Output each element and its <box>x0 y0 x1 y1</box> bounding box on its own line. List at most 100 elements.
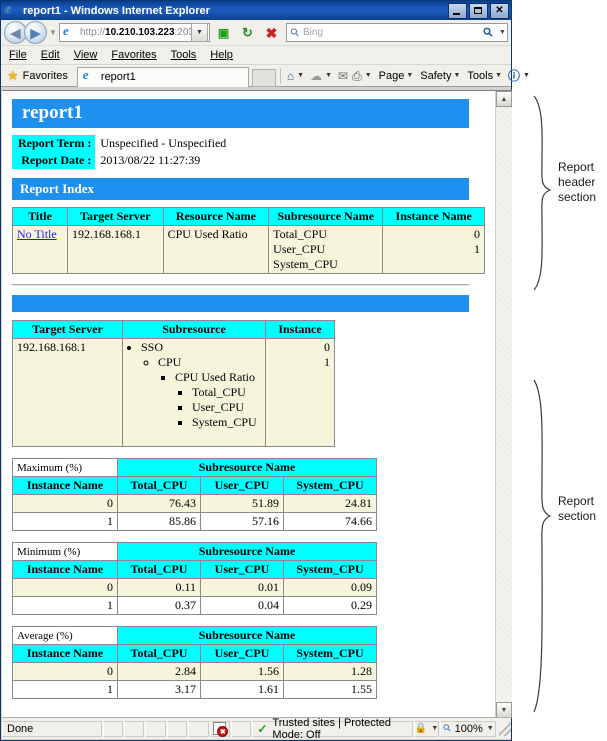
navigation-bar: ◀ ▶ ▼ e http://10.210.103.223:2039 ▼ ▣ ↻… <box>1 20 511 46</box>
zoom-control[interactable]: ⚲ 100% ▼ <box>440 721 496 737</box>
brace-report-section <box>534 380 550 712</box>
mail-icon[interactable]: ✉ <box>338 70 348 82</box>
table-row: 1 85.86 57.16 74.66 <box>13 513 377 531</box>
privacy-report-button[interactable]: 🔒▼ <box>414 721 439 737</box>
script-error-icon: ✖ <box>213 722 226 735</box>
favorites-button[interactable]: ★ Favorites <box>3 69 73 82</box>
table-row: 0 76.43 51.89 24.81 <box>13 495 377 513</box>
stat-table-average: Average (%) Subresource Name Instance Na… <box>12 626 377 699</box>
menu-help[interactable]: Help <box>210 49 233 61</box>
cell-total-cpu: 0.11 <box>118 579 201 597</box>
report-document: report1 Report Term : Unspecified - Unsp… <box>2 91 495 718</box>
menu-tools-label: Tools <box>171 49 197 61</box>
vertical-scrollbar[interactable]: ▲ ▼ <box>495 91 512 718</box>
col-total-cpu: Total_CPU <box>118 561 201 579</box>
scroll-up-button[interactable]: ▲ <box>496 91 512 107</box>
search-box[interactable]: ⚲ Bing ⚲ ▼ <box>286 23 508 42</box>
col-system-cpu: System_CPU <box>284 561 377 579</box>
col-instance: Instance <box>266 321 335 339</box>
col-total-cpu: Total_CPU <box>118 645 201 663</box>
star-icon: ★ <box>7 69 19 82</box>
cell-system-cpu: 1.55 <box>284 681 377 699</box>
page-dropdown-icon[interactable]: ▼ <box>406 72 413 79</box>
annotation-line: section <box>558 509 596 524</box>
security-zone[interactable]: ✓ Trusted sites | Protected Mode: Off <box>252 721 413 737</box>
internet-explorer-icon: e <box>5 4 19 18</box>
forward-button[interactable]: ▶ <box>24 21 47 44</box>
subresource-tree-table: Target Server Subresource Instance 192.1… <box>12 320 335 447</box>
menu-tools[interactable]: Tools <box>171 49 197 61</box>
col-total-cpu: Total_CPU <box>118 477 201 495</box>
col-instance-name: Instance Name <box>383 208 485 226</box>
search-provider-dropdown-icon[interactable]: ▼ <box>498 29 507 36</box>
search-submit-icon[interactable]: ⚲ <box>479 24 498 41</box>
compatibility-view-button[interactable]: ▣ <box>213 23 234 43</box>
status-slot <box>188 721 208 737</box>
new-tab-button[interactable] <box>252 69 276 87</box>
cell-user-cpu: 1.61 <box>201 681 284 699</box>
tools-menu-button[interactable]: Tools <box>467 70 493 82</box>
address-input[interactable]: e http://10.210.103.223:2039 ▼ <box>59 23 210 42</box>
cell-instance: 1 <box>13 513 118 531</box>
report-date-label: Report Date : <box>12 152 95 169</box>
col-user-cpu: User_CPU <box>201 645 284 663</box>
no-title-link[interactable]: No Title <box>17 227 57 241</box>
window-controls: ✕ <box>448 3 509 19</box>
home-icon[interactable]: ⌂ <box>287 70 294 82</box>
feeds-dropdown-icon[interactable]: ▼ <box>325 72 332 79</box>
table-row: No Title 192.168.168.1 CPU Used Ratio To… <box>13 226 485 274</box>
refresh-button[interactable]: ↻ <box>237 23 258 43</box>
annotation-line: section <box>558 190 596 205</box>
report-index-table: Title Target Server Resource Name Subres… <box>12 207 485 274</box>
rss-feed-icon[interactable]: ☁ <box>310 70 322 82</box>
menu-view[interactable]: View <box>74 49 98 61</box>
stat-table-maximum: Maximum (%) Subresource Name Instance Na… <box>12 458 377 531</box>
print-icon[interactable]: ⎙ <box>352 70 362 82</box>
col-target-server: Target Server <box>68 208 164 226</box>
tree-leaf: System_CPU <box>192 415 261 430</box>
maximize-button[interactable] <box>469 3 488 19</box>
status-slot <box>145 721 165 737</box>
col-system-cpu: System_CPU <box>284 477 377 495</box>
recent-pages-dropdown-icon[interactable]: ▼ <box>47 28 59 37</box>
home-dropdown-icon[interactable]: ▼ <box>297 72 304 79</box>
zoom-dropdown-icon[interactable]: ▼ <box>487 725 494 732</box>
tools-dropdown-icon[interactable]: ▼ <box>495 72 502 79</box>
close-button[interactable]: ✕ <box>490 3 509 19</box>
cell-system-cpu: 0.29 <box>284 597 377 615</box>
cell-title: No Title <box>13 226 68 274</box>
scroll-down-button[interactable]: ▼ <box>496 702 512 718</box>
scrollbar-track[interactable] <box>496 107 512 702</box>
resize-grip[interactable] <box>499 722 511 736</box>
tree-label: SSO <box>141 340 163 354</box>
favorites-label: Favorites <box>23 70 68 82</box>
cell-user-cpu: 0.01 <box>201 579 284 597</box>
error-indicator-button[interactable]: ✖ <box>210 721 230 737</box>
tab-report1[interactable]: e report1 <box>77 67 249 87</box>
menu-file[interactable]: File <box>9 49 27 61</box>
table-header-row: Instance Name Total_CPU User_CPU System_… <box>13 477 377 495</box>
print-dropdown-icon[interactable]: ▼ <box>365 72 372 79</box>
instance-item: 0 <box>387 227 480 242</box>
safety-dropdown-icon[interactable]: ▼ <box>453 72 460 79</box>
tab-label: report1 <box>101 71 136 83</box>
menu-edit[interactable]: Edit <box>41 49 60 61</box>
page-menu-button[interactable]: Page <box>379 70 405 82</box>
cell-system-cpu: 0.09 <box>284 579 377 597</box>
status-bar: Done ✖ ✓ Trusted sites | Protected Mode:… <box>2 717 511 739</box>
address-dropdown-icon[interactable]: ▼ <box>191 23 208 42</box>
search-icon: ⚲ <box>285 22 306 43</box>
stop-button[interactable]: ✖ <box>261 23 282 43</box>
tree-level-3: CPU Used Ratio Total_CPU User_CPU System… <box>158 370 261 430</box>
status-slot <box>103 721 123 737</box>
stat-group-header: Subresource Name <box>118 459 377 477</box>
annotation-layer: Report header section Report section <box>512 0 607 741</box>
cell-total-cpu: 0.37 <box>118 597 201 615</box>
menu-favorites[interactable]: Favorites <box>111 49 156 61</box>
safety-menu-button[interactable]: Safety <box>420 70 451 82</box>
minimize-button[interactable] <box>448 3 467 19</box>
security-zone-label: Trusted sites | Protected Mode: Off <box>272 717 411 741</box>
instance-item: 1 <box>387 242 480 257</box>
tree-leaf: Total_CPU <box>192 385 261 400</box>
cell-subresource-names: Total_CPU User_CPU System_CPU <box>269 226 383 274</box>
